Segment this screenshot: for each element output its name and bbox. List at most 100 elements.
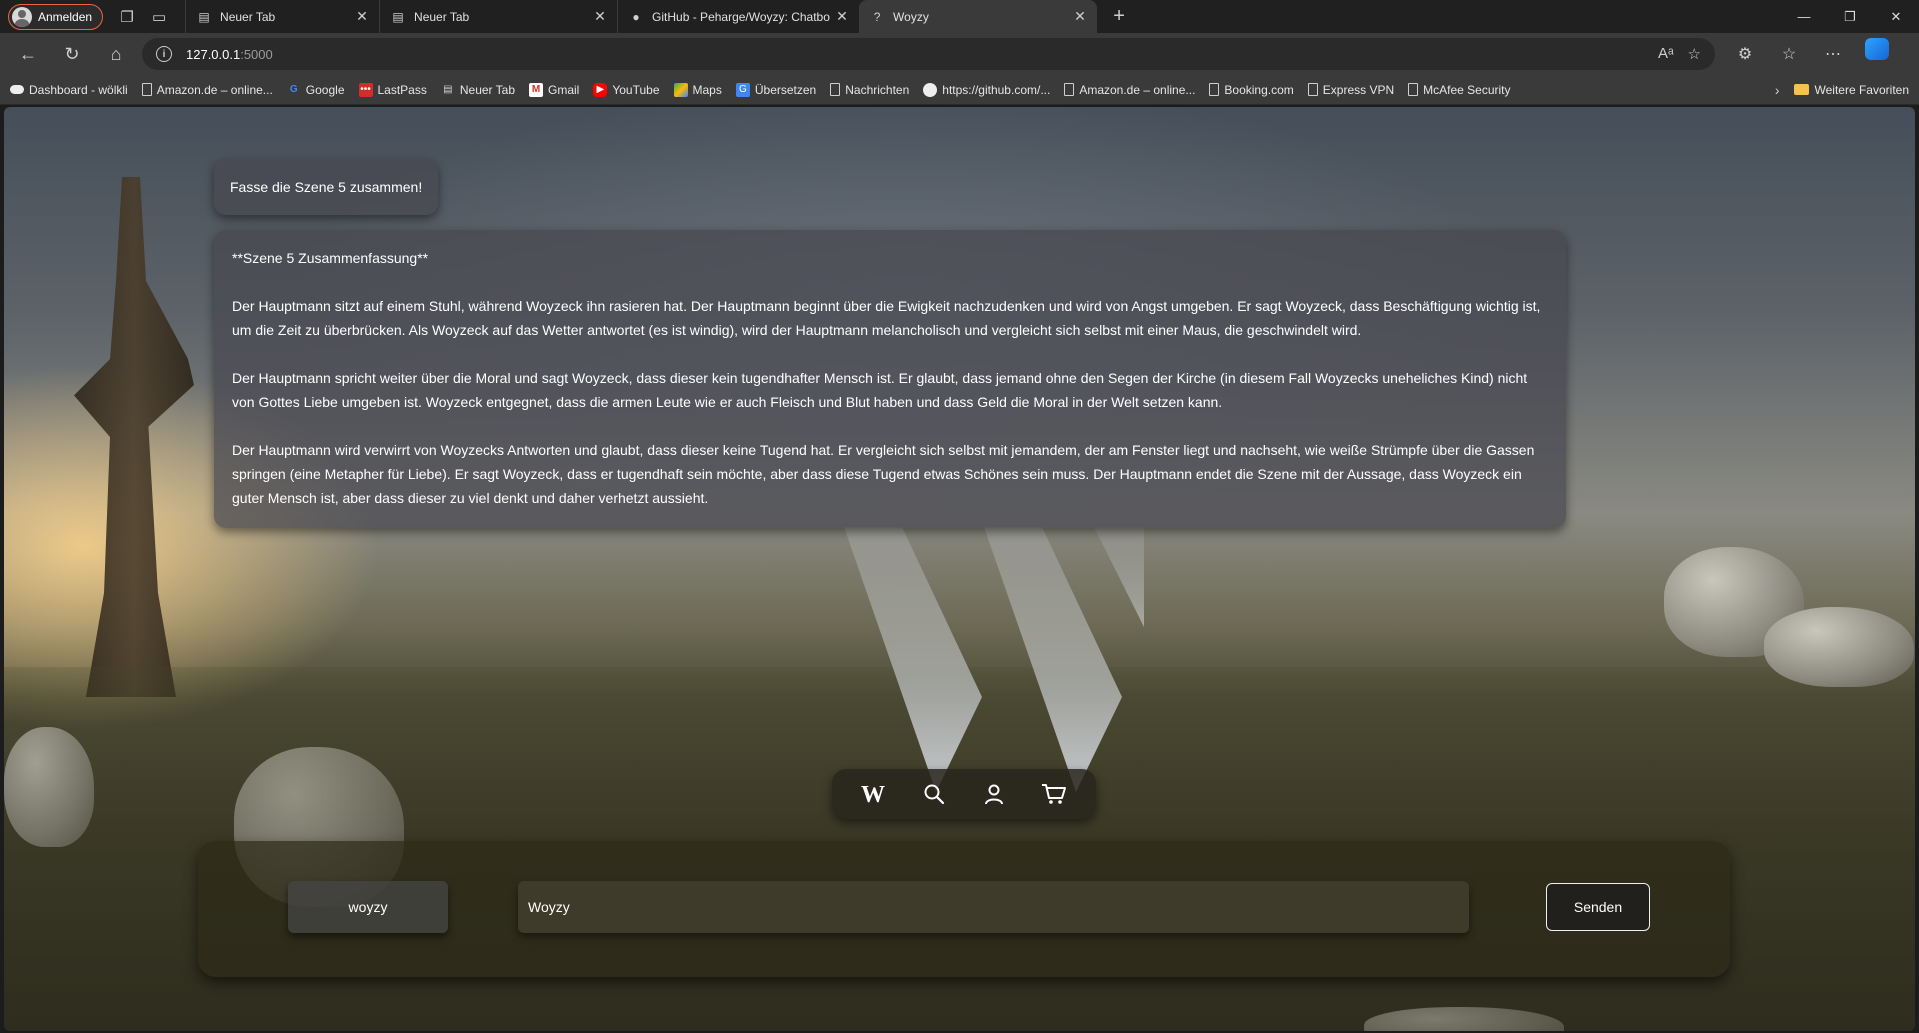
app-icon-bar: W — [832, 769, 1096, 819]
woyzy-logo-icon[interactable]: W — [854, 774, 894, 814]
restore-icon[interactable]: ❐ — [1827, 0, 1873, 33]
new-tab-icon: ▤ — [443, 84, 453, 95]
bookmarks-bar: Dashboard - wölkli Amazon.de – online...… — [0, 75, 1919, 105]
tab-github[interactable]: ● GitHub - Peharge/Woyzy: Chatbo ✕ — [617, 0, 859, 33]
page-icon — [1307, 83, 1318, 96]
message-input[interactable] — [518, 881, 1469, 933]
bookmark-maps[interactable]: Maps — [673, 82, 730, 97]
close-icon[interactable]: ✕ — [591, 8, 609, 25]
folder-icon — [1793, 84, 1809, 95]
new-tab-icon: ▤ — [392, 9, 404, 24]
bookmark-translate[interactable]: G Übersetzen — [735, 82, 824, 97]
tab-title: Woyzy — [893, 9, 929, 24]
model-label: woyzy — [348, 899, 388, 915]
google-icon: G — [289, 84, 298, 95]
read-aloud-icon[interactable]: Aᵃ — [1658, 45, 1674, 63]
send-button[interactable]: Senden — [1546, 883, 1650, 931]
bookmark-amazon-2[interactable]: Amazon.de – online... — [1064, 83, 1203, 97]
bookmark-news[interactable]: Nachrichten — [830, 83, 917, 97]
bookmark-lastpass[interactable]: ••• LastPass — [358, 82, 435, 97]
background-tree — [74, 177, 194, 697]
copilot-icon[interactable] — [1865, 38, 1889, 60]
profile-label: Anmelden — [38, 9, 93, 24]
address-bar[interactable]: i 127.0.0.1:5000 Aᵃ ☆ — [142, 38, 1715, 70]
translate-icon: G — [735, 82, 750, 97]
new-tab-icon: ▤ — [198, 9, 210, 24]
bookmark-label: Neuer Tab — [459, 82, 516, 97]
chevron-right-icon[interactable]: › — [1761, 82, 1794, 98]
other-favorites-label: Weitere Favoriten — [1814, 82, 1909, 97]
bookmark-label: LastPass — [377, 82, 427, 97]
bookmark-new-tab[interactable]: ▤ Neuer Tab — [441, 83, 523, 97]
url-port: :5000 — [240, 46, 273, 62]
bookmark-label: Gmail — [548, 82, 580, 97]
address-toolbar: ← ↻ ⌂ i 127.0.0.1:5000 Aᵃ ☆ ⚙ ☆ ⋯ — [0, 33, 1919, 75]
tab-strip: Anmelden ❐ ▭ ▤ Neuer Tab ✕ ▤ Neuer Tab ✕… — [0, 0, 1919, 33]
tab-actions-icon[interactable]: ▭ — [143, 3, 175, 31]
profile-button[interactable]: Anmelden — [8, 3, 104, 30]
bookmark-expressvpn[interactable]: Express VPN — [1307, 82, 1402, 97]
user-message-text: Fasse die Szene 5 zusammen! — [230, 179, 423, 195]
woyzy-favicon: ? — [873, 9, 881, 24]
youtube-icon: ▶ — [593, 82, 608, 97]
window-close-icon[interactable]: ✕ — [1873, 0, 1919, 33]
avatar-icon — [12, 6, 32, 27]
bookmark-gmail[interactable]: M Gmail — [529, 82, 587, 97]
workspaces-icon[interactable]: ❐ — [111, 3, 143, 31]
svg-text:W: W — [861, 783, 885, 805]
tab-woyzy[interactable]: ? Woyzy ✕ — [859, 0, 1098, 33]
bot-message-paragraph: Der Hauptmann wird verwirrt von Woyzecks… — [232, 442, 1535, 506]
bookmark-label: Booking.com — [1224, 82, 1294, 97]
reload-icon[interactable]: ↻ — [50, 36, 94, 72]
bookmark-label: Dashboard - wölkli — [29, 82, 128, 97]
cart-icon[interactable] — [1034, 774, 1074, 814]
tab-new-1[interactable]: ▤ Neuer Tab ✕ — [185, 0, 379, 33]
other-favorites-folder[interactable]: Weitere Favoriten — [1793, 82, 1919, 97]
favorites-icon[interactable]: ☆ — [1769, 38, 1809, 70]
close-icon[interactable]: ✕ — [833, 8, 851, 25]
page-icon — [141, 83, 152, 96]
bookmark-google[interactable]: G Google — [287, 83, 353, 97]
background-rock — [1764, 607, 1914, 687]
user-icon[interactable] — [974, 774, 1014, 814]
bookmark-github[interactable]: https://github.com/... — [923, 82, 1058, 97]
bookmark-label: Amazon.de – online... — [156, 82, 273, 97]
bookmark-label: McAfee Security — [1423, 82, 1511, 97]
bookmark-youtube[interactable]: ▶ YouTube — [593, 82, 667, 97]
bookmark-amazon[interactable]: Amazon.de – online... — [141, 82, 281, 97]
tab-title: Neuer Tab — [414, 9, 470, 24]
tab-title: Neuer Tab — [220, 9, 276, 24]
github-icon: ● — [632, 9, 640, 24]
site-info-icon[interactable]: i — [156, 46, 172, 62]
favorite-star-icon[interactable]: ☆ — [1688, 45, 1701, 63]
bookmark-mcafee[interactable]: McAfee Security — [1408, 83, 1518, 97]
lastpass-icon: ••• — [358, 82, 373, 97]
maps-icon — [673, 82, 688, 97]
more-menu-icon[interactable]: ⋯ — [1813, 38, 1853, 70]
tab-title: GitHub - Peharge/Woyzy: Chatbo — [652, 9, 830, 24]
bookmark-label: Nachrichten — [845, 82, 910, 97]
bookmark-label: Express VPN — [1322, 82, 1395, 97]
close-icon[interactable]: ✕ — [1071, 8, 1089, 25]
close-icon[interactable]: ✕ — [353, 8, 371, 25]
tab-new-2[interactable]: ▤ Neuer Tab ✕ — [379, 0, 617, 33]
model-selector[interactable]: woyzy — [288, 881, 448, 933]
user-message-bubble: Fasse die Szene 5 zusammen! — [214, 159, 439, 215]
back-icon[interactable]: ← — [6, 36, 50, 72]
url-host: 127.0.0.1 — [186, 46, 241, 62]
page-icon — [1209, 83, 1220, 96]
chat-input-bar: woyzy Senden — [198, 841, 1730, 977]
home-icon[interactable]: ⌂ — [94, 36, 138, 72]
page-viewport: Fasse die Szene 5 zusammen! **Szene 5 Zu… — [4, 107, 1915, 1031]
github-icon — [923, 82, 938, 97]
minimize-icon[interactable]: — — [1781, 0, 1827, 33]
extensions-icon[interactable]: ⚙ — [1725, 38, 1765, 70]
search-icon[interactable] — [914, 774, 954, 814]
new-tab-plus-icon[interactable]: + — [1103, 3, 1135, 31]
bookmark-label: Google — [305, 82, 345, 97]
bot-message-paragraph: Der Hauptmann sitzt auf einem Stuhl, wäh… — [232, 298, 1541, 338]
bookmark-booking[interactable]: Booking.com — [1209, 83, 1301, 97]
background-rock — [4, 727, 94, 847]
bookmark-dashboard[interactable]: Dashboard - wölkli — [10, 83, 136, 97]
page-icon — [1064, 83, 1075, 96]
